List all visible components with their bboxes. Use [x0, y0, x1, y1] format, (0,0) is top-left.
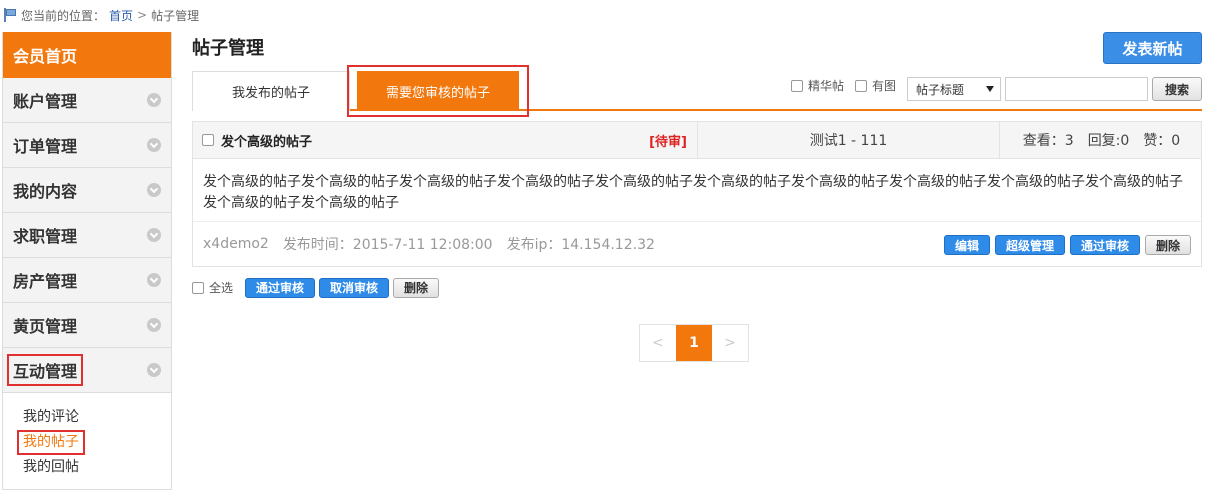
post-checkbox[interactable]: [202, 134, 214, 146]
chevron-down-icon: [147, 138, 161, 152]
sidebar-item-interaction[interactable]: 互动管理: [3, 348, 171, 393]
location-flag-icon: [2, 7, 18, 23]
replies-count: 回复:0: [1087, 133, 1130, 149]
new-post-button[interactable]: 发表新帖: [1103, 32, 1202, 64]
search-button[interactable]: 搜索: [1152, 77, 1202, 101]
post-footer: x4demo2 发布时间：2015-7-11 12:08:00 发布ip：14.…: [193, 222, 1201, 266]
current-page[interactable]: 1: [676, 325, 712, 361]
sidebar-item-label: 房产管理: [13, 272, 78, 291]
has-image-label: 有图: [872, 79, 897, 93]
likes-count: 赞：0: [1143, 133, 1181, 149]
submenu-item-comments[interactable]: 我的评论: [23, 405, 171, 430]
post-title[interactable]: 发个高级的帖子: [221, 131, 312, 150]
sidebar: 会员首页 账户管理 订单管理 我的内容 求职管理 房产管理 黄页管理 互动管理 …: [2, 32, 172, 490]
sidebar-item-orders[interactable]: 订单管理: [3, 123, 171, 168]
chevron-down-icon: [147, 273, 161, 287]
featured-checkbox[interactable]: [791, 79, 803, 92]
pagination: < 1 >: [639, 324, 749, 362]
tab-my-posts[interactable]: 我发布的帖子: [192, 71, 350, 111]
breadcrumb-home-link[interactable]: 首页: [109, 7, 133, 24]
submenu-item-label: 我的帖子: [17, 430, 85, 455]
post-category: 测试1 - 111: [698, 122, 1000, 158]
bulk-cancel-approve-button[interactable]: 取消审核: [319, 277, 390, 298]
post-time: 发布时间：2015-7-11 12:08:00: [282, 237, 493, 253]
sidebar-item-label: 黄页管理: [13, 317, 78, 336]
breadcrumb-current: 帖子管理: [151, 8, 200, 23]
sidebar-item-label: 账户管理: [13, 92, 78, 111]
submenu-item-replies[interactable]: 我的回帖: [23, 455, 171, 480]
sidebar-item-yellowpages[interactable]: 黄页管理: [3, 303, 171, 348]
bulk-buttons: 通过审核 取消审核 删除: [245, 277, 440, 298]
status-badge: [待审]: [649, 134, 687, 150]
tab-posts-to-review[interactable]: 需要您审核的帖子: [357, 71, 519, 111]
breadcrumb: 您当前的位置： 首页 > 帖子管理: [2, 5, 199, 25]
bulk-actions: 全选 通过审核 取消审核 删除: [192, 277, 440, 298]
dropdown-arrow-icon: [986, 86, 994, 92]
breadcrumb-separator: >: [137, 8, 148, 22]
bulk-delete-button[interactable]: 删除: [393, 277, 440, 298]
search-field-select[interactable]: 帖子标题: [907, 77, 1001, 101]
sidebar-submenu: 我的评论 我的帖子 我的回帖: [3, 393, 171, 480]
sidebar-item-property[interactable]: 房产管理: [3, 258, 171, 303]
bulk-approve-button[interactable]: 通过审核: [245, 277, 316, 298]
sidebar-item-jobs[interactable]: 求职管理: [3, 213, 171, 258]
super-manage-button[interactable]: 超级管理: [994, 235, 1065, 255]
sidebar-item-label: 求职管理: [13, 227, 78, 246]
post-title-cell: 发个高级的帖子 [待审]: [193, 122, 698, 158]
breadcrumb-prefix: 您当前的位置：: [21, 8, 106, 23]
post-body: 发个高级的帖子发个高级的帖子发个高级的帖子发个高级的帖子发个高级的帖子发个高级的…: [193, 159, 1201, 222]
edit-button[interactable]: 编辑: [943, 235, 990, 255]
search-field-value: 帖子标题: [916, 82, 965, 97]
search-input[interactable]: [1005, 77, 1148, 101]
post-header: 发个高级的帖子 [待审] 测试1 - 111 查看：3 回复:0 赞：0: [193, 122, 1201, 159]
sidebar-home[interactable]: 会员首页: [3, 32, 171, 78]
submenu-item-label: 我的评论: [23, 409, 79, 425]
select-all-checkbox[interactable]: [192, 281, 204, 294]
post-ip: 发布ip：14.154.12.32: [506, 237, 655, 253]
featured-label: 精华帖: [808, 79, 845, 93]
chevron-down-icon: [147, 93, 161, 107]
views-count: 查看：3: [1022, 133, 1074, 149]
sidebar-item-label: 互动管理: [7, 354, 84, 386]
post-actions: 编辑 超级管理 通过审核 删除: [943, 235, 1191, 255]
sidebar-item-account[interactable]: 账户管理: [3, 78, 171, 123]
approve-button[interactable]: 通过审核: [1069, 235, 1140, 255]
chevron-down-icon: [147, 228, 161, 242]
chevron-down-icon: [147, 363, 161, 377]
prev-page-button[interactable]: <: [640, 325, 676, 361]
chevron-down-icon: [147, 318, 161, 332]
featured-filter[interactable]: 精华帖: [791, 77, 844, 94]
next-page-button[interactable]: >: [712, 325, 748, 361]
submenu-item-label: 我的回帖: [23, 459, 79, 475]
chevron-down-icon: [147, 183, 161, 197]
post-stats: 查看：3 回复:0 赞：0: [1000, 122, 1203, 158]
has-image-filter[interactable]: 有图: [855, 77, 896, 94]
select-all-label: 全选: [209, 281, 234, 295]
post-card: 发个高级的帖子 [待审] 测试1 - 111 查看：3 回复:0 赞：0 发个高…: [192, 121, 1202, 267]
page-title: 帖子管理: [192, 38, 264, 59]
sidebar-item-label: 订单管理: [13, 137, 78, 156]
post-author: x4demo2: [203, 236, 269, 252]
has-image-checkbox[interactable]: [855, 79, 867, 92]
delete-button[interactable]: 删除: [1144, 235, 1191, 255]
sidebar-item-content[interactable]: 我的内容: [3, 168, 171, 213]
submenu-item-my-posts[interactable]: 我的帖子: [17, 430, 171, 455]
sidebar-item-label: 我的内容: [13, 182, 78, 201]
